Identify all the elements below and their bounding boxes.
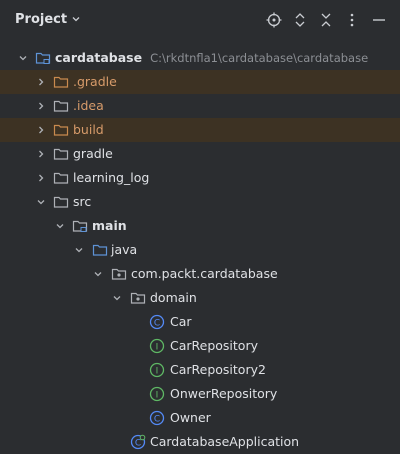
collapse-all-icon[interactable] [316,10,336,30]
svg-text:C: C [154,319,160,329]
chevron-right-icon[interactable] [34,147,48,161]
tree-item-src[interactable]: src [0,190,400,214]
source-set-folder-icon [72,218,88,234]
tree-item-label: cardatabase [55,50,143,65]
tree-item-cardatabase-application[interactable]: C CardatabaseApplication [0,430,400,454]
tree-item-main[interactable]: main [0,214,400,238]
tree-item-cardatabase[interactable]: cardatabase C:\rkdtnfla1\cardatabase\card… [0,46,400,70]
tree-item-idea[interactable]: .idea [0,94,400,118]
project-panel-header: Project [0,0,400,40]
chevron-down-icon[interactable] [72,243,86,257]
tree-item-label: build [73,122,104,137]
svg-text:I: I [156,343,159,353]
source-root-folder-icon [92,242,108,258]
tree-item-package-cardatabase[interactable]: com.packt.cardatabase [0,262,400,286]
more-icon[interactable] [342,10,362,30]
class-icon: C [149,314,165,330]
tree-item-build[interactable]: build [0,118,400,142]
tree-item-gradle[interactable]: gradle [0,142,400,166]
tree-item-owner[interactable]: C Owner [0,406,400,430]
svg-text:I: I [156,391,159,401]
tree-item-label: src [73,194,92,209]
package-icon [111,266,127,282]
svg-text:C: C [154,415,160,425]
tree-item-label: CardatabaseApplication [150,434,300,449]
tree-item-label: OnwerRepository [170,386,278,401]
tree-item-label: CarRepository2 [170,362,266,377]
project-view-selector[interactable]: Project [15,12,81,27]
module-folder-icon [35,50,51,66]
tree-item-label: main [92,218,127,233]
minimize-icon[interactable] [369,10,389,30]
tree-item-car-repository[interactable]: I CarRepository [0,334,400,358]
tree-item-label: java [111,242,138,257]
excluded-folder-icon [53,122,69,138]
tree-item-label: domain [150,290,197,305]
folder-icon [53,170,69,186]
chevron-down-icon[interactable] [34,195,48,209]
folder-icon [53,194,69,210]
package-icon [130,290,146,306]
tree-item-label: com.packt.cardatabase [131,266,278,281]
tree-item-label: Car [170,314,192,329]
tree-item-label: learning_log [73,170,150,185]
class-icon: C [149,410,165,426]
tree-item-label: .idea [73,98,104,113]
chevron-right-icon[interactable] [34,99,48,113]
chevron-right-icon[interactable] [34,75,48,89]
tree-item-gradle-hidden[interactable]: .gradle [0,70,400,94]
interface-icon: I [149,362,165,378]
project-path: C:\rkdtnfla1\cardatabase\cardatabase [150,51,369,65]
svg-text:I: I [156,367,159,377]
excluded-folder-icon [53,74,69,90]
tree-item-label: gradle [73,146,113,161]
tree-item-domain[interactable]: domain [0,286,400,310]
tree-item-car-repository2[interactable]: I CarRepository2 [0,358,400,382]
svg-text:C: C [135,439,141,449]
chevron-down-icon[interactable] [53,219,67,233]
chevron-down-icon[interactable] [110,291,124,305]
tree-item-label: .gradle [73,74,117,89]
folder-icon [53,98,69,114]
chevron-down-icon [71,12,81,27]
interface-icon: I [149,386,165,402]
chevron-right-icon[interactable] [34,171,48,185]
tree-item-label: CarRepository [170,338,258,353]
folder-icon [53,146,69,162]
tree-item-java[interactable]: java [0,238,400,262]
tree-item-learning-log[interactable]: learning_log [0,166,400,190]
target-icon[interactable] [264,10,284,30]
project-tree: cardatabase C:\rkdtnfla1\cardatabase\card… [0,46,400,454]
spring-boot-class-icon: C [130,434,146,450]
tree-item-label: Owner [170,410,211,425]
chevron-right-icon[interactable] [34,123,48,137]
tree-item-car[interactable]: C Car [0,310,400,334]
tree-item-owner-repository[interactable]: I OnwerRepository [0,382,400,406]
chevron-down-icon[interactable] [91,267,105,281]
chevron-down-icon[interactable] [16,51,30,65]
panel-title: Project [15,12,68,27]
interface-icon: I [149,338,165,354]
expand-all-icon[interactable] [290,10,310,30]
